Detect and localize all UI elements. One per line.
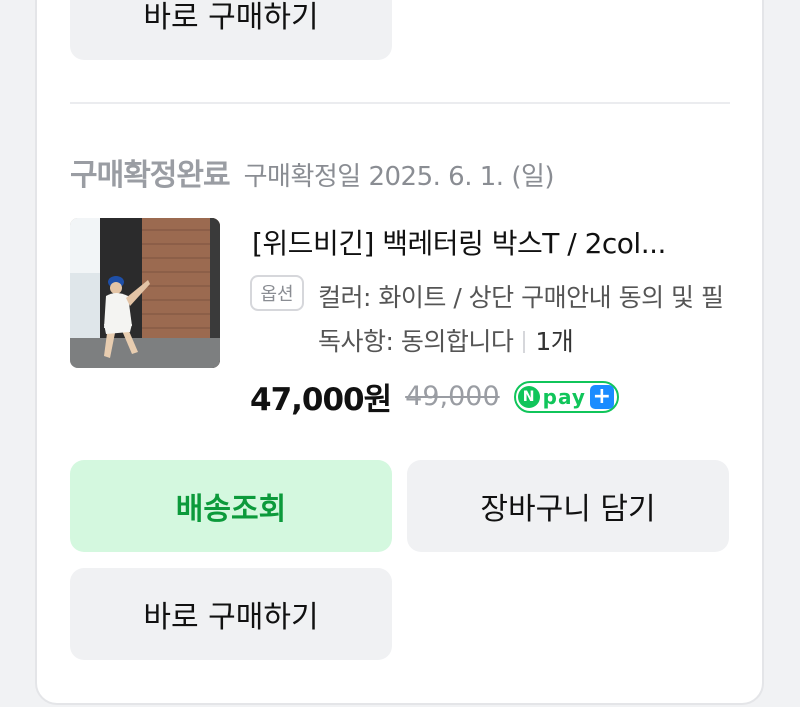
option-details: 컬러: 화이트 / 상단 구매안내 동의 및 필독사항: 동의합니다 1개 (318, 276, 738, 364)
product-title[interactable]: [위드비긴] 백레터링 박스T / 2col... (252, 222, 730, 262)
product-thumbnail[interactable] (70, 218, 220, 368)
order-status-row: 구매확정완료 구매확정일 2025. 6. 1. (일) (70, 150, 555, 194)
option-text: 컬러: 화이트 / 상단 구매안내 동의 및 필독사항: 동의합니다 (318, 283, 724, 356)
quantity-separator (523, 331, 526, 353)
naver-n-icon: N (517, 385, 540, 408)
npay-plus-badge: N pay + (513, 380, 619, 413)
product-photo-icon (70, 218, 220, 368)
buy-now-button-previous[interactable]: 바로 구매하기 (70, 0, 392, 60)
order-status: 구매확정완료 (70, 158, 231, 193)
price-row: 47,000원 49,000 N pay + (250, 374, 619, 419)
buy-now-button[interactable]: 바로 구매하기 (70, 568, 392, 660)
quantity: 1개 (535, 327, 574, 356)
npay-label: pay (542, 384, 586, 409)
track-delivery-button[interactable]: 배송조회 (70, 460, 392, 552)
original-price: 49,000 (405, 381, 500, 412)
option-badge: 옵션 (250, 275, 304, 311)
add-to-cart-button[interactable]: 장바구니 담기 (407, 460, 729, 552)
plus-icon: + (589, 384, 614, 409)
sale-price: 47,000원 (250, 382, 392, 418)
confirm-date: 구매확정일 2025. 6. 1. (일) (243, 162, 555, 192)
divider (70, 102, 730, 104)
